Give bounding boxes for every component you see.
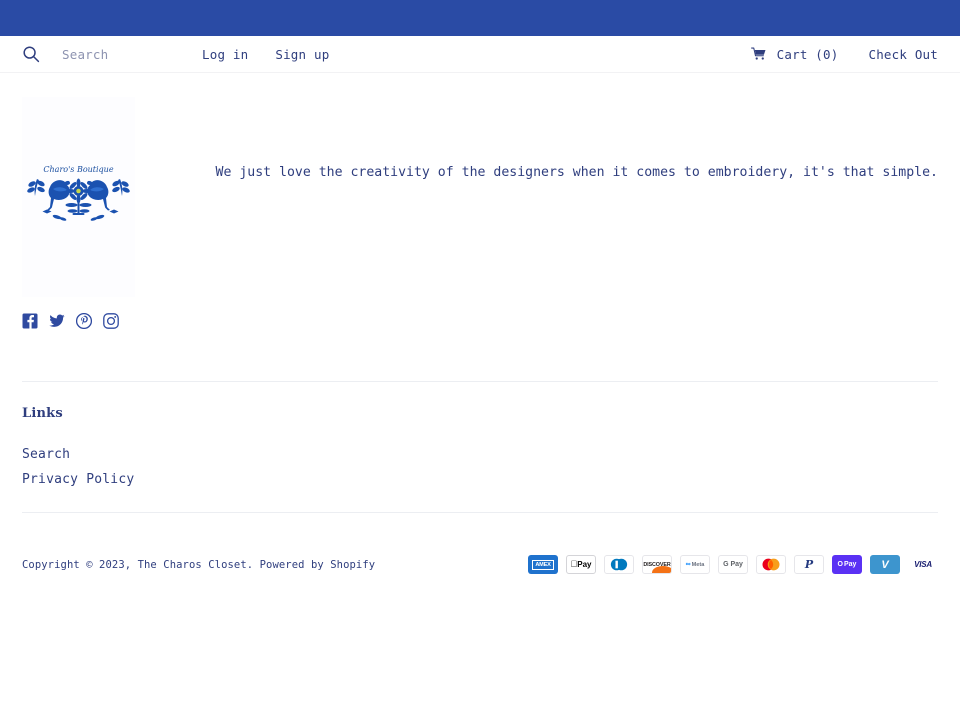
announcement-bar (0, 0, 960, 36)
list-item: Search (22, 443, 938, 462)
paypal-icon: P (794, 555, 824, 574)
nav-link-sign-up[interactable]: Sign up (275, 47, 329, 62)
visa-icon: VISA (908, 555, 938, 574)
header-search-area (22, 45, 182, 63)
meta-pay-icon: ∞ Meta (680, 555, 710, 574)
venmo-label: V (881, 558, 889, 571)
facebook-icon[interactable] (22, 313, 38, 329)
check-out-link[interactable]: Check Out (868, 47, 938, 62)
shop-name-link[interactable]: The Charos Closet. (138, 559, 254, 571)
main-content: Charo's Boutique We just love the creati… (0, 73, 960, 297)
visa-label: VISA (914, 560, 932, 569)
footer-links-section: Links Search Privacy Policy (0, 382, 960, 487)
charos-boutique-logo: Charo's Boutique (27, 165, 130, 221)
amex-label: AMEX (532, 559, 554, 570)
header-nav: Log in Sign up (202, 47, 329, 62)
shopping-cart-icon (750, 47, 767, 61)
site-header: Log in Sign up Cart (0) Check Out (0, 36, 960, 73)
apple-pay-label: Pay (573, 560, 591, 569)
footer-link-privacy-policy[interactable]: Privacy Policy (22, 472, 134, 487)
diners-club-icon (604, 555, 634, 574)
discover-label: DISCOVER (643, 561, 671, 568)
search-input[interactable] (62, 46, 182, 62)
cart-link[interactable]: Cart (0) (750, 46, 839, 62)
search-icon[interactable] (22, 45, 40, 63)
copyright-text: Copyright © 2023, The Charos Closet. Pow… (22, 559, 375, 571)
shop-pay-label: Pay (843, 561, 857, 568)
social-links (0, 297, 960, 337)
mastercard-icon (756, 555, 786, 574)
meta-pay-label: Meta (691, 561, 705, 568)
footer-link-list: Search Privacy Policy (22, 443, 938, 487)
powered-by-prefix: Powered by (259, 558, 324, 571)
footer-links-heading: Links (22, 406, 63, 421)
twitter-icon[interactable] (49, 313, 65, 329)
footer-bottom-bar: Copyright © 2023, The Charos Closet. Pow… (0, 513, 960, 590)
store-tagline: We just love the creativity of the desig… (215, 165, 939, 181)
google-pay-label: G Pay (723, 561, 743, 568)
discover-icon: DISCOVER (642, 555, 672, 574)
pinterest-icon[interactable] (76, 313, 92, 329)
logo-block[interactable]: Charo's Boutique (22, 97, 135, 297)
payment-methods: AMEX Pay DISCOVER ∞Meta G Pay (528, 555, 938, 574)
venmo-icon: V (870, 555, 900, 574)
header-actions: Cart (0) Check Out (750, 46, 938, 62)
nav-link-log-in[interactable]: Log in (202, 47, 248, 62)
american-express-icon: AMEX (528, 555, 558, 574)
shop-pay-icon: O Pay (832, 555, 862, 574)
footer-link-search[interactable]: Search (22, 447, 70, 462)
google-pay-icon: G Pay (718, 555, 748, 574)
shopify-link[interactable]: Shopify (330, 559, 375, 571)
list-item: Privacy Policy (22, 468, 938, 487)
apple-pay-icon: Pay (566, 555, 596, 574)
svg-text:Charo's Boutique: Charo's Boutique (43, 165, 113, 174)
copyright-year: Copyright © 2023, (22, 558, 132, 571)
instagram-icon[interactable] (103, 313, 119, 329)
cart-label: Cart (0) (776, 46, 839, 62)
